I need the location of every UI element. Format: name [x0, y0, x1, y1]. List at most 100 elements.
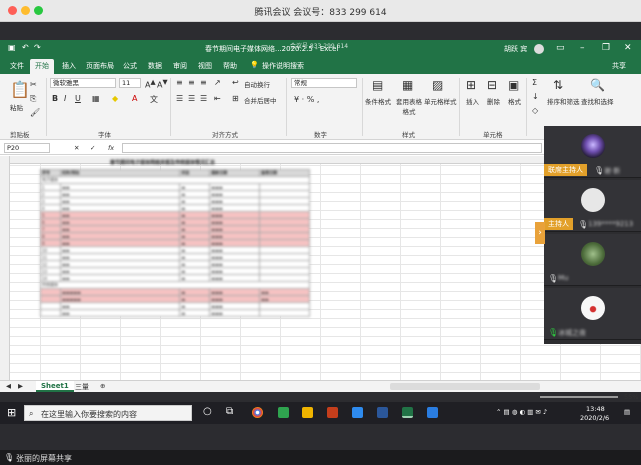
align-bottom-icon[interactable]: ≡ [200, 78, 207, 87]
paste-icon[interactable]: 📋 [10, 80, 30, 99]
find-select-icon[interactable]: 🔍 [590, 78, 605, 92]
font-size-select[interactable]: 11 [119, 78, 141, 88]
tencent-meeting-icon[interactable] [427, 407, 438, 418]
sort-filter-button[interactable]: 排序和筛选 [547, 96, 580, 106]
sort-filter-icon[interactable]: ⇅ [553, 78, 563, 92]
tab-file[interactable]: 文件 [10, 61, 24, 71]
zoom-level[interactable]: 55% [624, 393, 638, 401]
insert-cells-button[interactable]: 插入 [466, 96, 479, 106]
currency-icon[interactable]: ¥ · % , [294, 95, 319, 104]
delete-cells-icon[interactable]: ⊟ [487, 78, 497, 92]
tray-icons[interactable]: ⌃ ▤ ◍ ◐ ▥ ✉ ♪ [496, 408, 547, 416]
fill-color-icon[interactable]: ◆ [112, 94, 118, 103]
task-view-icon[interactable]: ⧉ [226, 406, 233, 417]
edge-icon[interactable] [352, 407, 363, 418]
wrap-text-icon[interactable]: ↩ [232, 78, 239, 87]
chrome-icon[interactable] [252, 407, 263, 418]
number-format-select[interactable]: 常规 [291, 78, 357, 88]
insert-cells-icon[interactable]: ⊞ [466, 78, 476, 92]
cortana-icon[interactable]: ○ [203, 406, 212, 417]
tab-sheet2[interactable]: 三量 [70, 381, 94, 392]
taskbar-search[interactable]: ⌕ 在这里输入你要搜索的内容 [24, 405, 192, 421]
tab-data[interactable]: 数据 [148, 61, 162, 71]
tab-insert[interactable]: 插入 [62, 61, 76, 71]
formula-input[interactable] [122, 143, 542, 153]
tab-home[interactable]: 开始 [30, 59, 54, 74]
minimize-icon[interactable]: – [580, 43, 585, 53]
word-icon[interactable] [377, 407, 388, 418]
horizontal-scrollbar[interactable] [390, 383, 540, 390]
font-color-icon[interactable]: A [132, 94, 137, 103]
format-cells-button[interactable]: 格式 [508, 96, 521, 106]
underline-button[interactable]: U [75, 94, 81, 103]
prev-sheet-icon[interactable]: ◀ [6, 382, 11, 390]
add-sheet-icon[interactable]: ⊕ [100, 382, 105, 390]
align-top-icon[interactable]: ≡ [176, 78, 183, 87]
participant-card[interactable]: 主持人 🎙 139****9213 [544, 180, 641, 232]
tab-review[interactable]: 审阅 [173, 61, 187, 71]
search-input[interactable]: 在这里输入你要搜索的内容 [41, 409, 137, 420]
notification-icon[interactable]: ▤ [624, 408, 630, 416]
share-button[interactable]: 共享 [612, 61, 626, 71]
participant-card[interactable]: 联席主持人 🎙 谢·新 [544, 126, 641, 178]
fill-icon[interactable]: ↓ [532, 92, 539, 101]
merge-icon[interactable]: ⊞ [232, 94, 239, 103]
wrap-text-button[interactable]: 自动换行 [244, 79, 270, 89]
collapse-panel-button[interactable]: › [535, 222, 545, 244]
align-right-icon[interactable]: ☰ [200, 94, 207, 103]
autosave-icon[interactable]: ▣ [8, 43, 16, 52]
indent-icon[interactable]: ⇤ [214, 94, 221, 103]
windows-start-icon[interactable]: ⊞ [7, 406, 16, 419]
powerpoint-icon[interactable] [327, 407, 338, 418]
tab-formulas[interactable]: 公式 [123, 61, 137, 71]
conditional-format-icon[interactable]: ▤ [372, 78, 383, 92]
file-explorer-icon[interactable] [302, 407, 313, 418]
decrease-font-icon[interactable]: A▼ [157, 78, 168, 90]
italic-button[interactable]: I [64, 94, 66, 103]
cut-icon[interactable]: ✂ [30, 80, 37, 89]
user-name[interactable]: 胡跃 宾 [504, 44, 527, 54]
participant-card[interactable]: 🎙 冰城之夜 [544, 288, 641, 340]
find-select-button[interactable]: 查找和选择 [581, 96, 614, 106]
bold-button[interactable]: B [52, 94, 58, 103]
format-painter-icon[interactable]: 🖌 [30, 108, 40, 117]
border-icon[interactable]: ▦ [92, 94, 100, 103]
participant-card[interactable]: 🎙 Mu [544, 234, 641, 286]
avatar[interactable] [534, 44, 544, 54]
zoom-slider[interactable] [540, 396, 618, 398]
undo-icon[interactable]: ↶ [22, 43, 29, 52]
tab-page-layout[interactable]: 页面布局 [86, 61, 114, 71]
align-middle-icon[interactable]: ≡ [188, 78, 195, 87]
paste-button[interactable]: 粘贴 [10, 102, 23, 112]
cell-style-button[interactable]: 单元格样式 [424, 96, 457, 106]
ribbon-display-icon[interactable]: ▭ [556, 43, 565, 53]
align-center-icon[interactable]: ☰ [188, 94, 195, 103]
align-left-icon[interactable]: ☰ [176, 94, 183, 103]
tab-help[interactable]: 帮助 [223, 61, 237, 71]
tell-me-search[interactable]: 操作说明搜索 [262, 61, 304, 71]
orientation-icon[interactable]: ↗ [214, 78, 221, 87]
mic-icon[interactable]: 🎙 [4, 453, 14, 462]
name-box[interactable]: P20 [4, 143, 50, 153]
close-icon[interactable]: ✕ [624, 43, 632, 53]
redo-icon[interactable]: ↷ [34, 43, 41, 52]
table-format-button[interactable]: 套用表格格式 [396, 96, 422, 116]
clear-icon[interactable]: ◇ [532, 106, 538, 115]
increase-font-icon[interactable]: A▲ [145, 78, 156, 90]
format-cells-icon[interactable]: ▣ [508, 78, 519, 92]
pinyin-icon[interactable]: 文 [150, 94, 158, 105]
autosum-icon[interactable]: Σ [532, 78, 537, 87]
cancel-formula-icon[interactable]: ✕ [74, 144, 79, 152]
cell-style-icon[interactable]: ▨ [432, 78, 443, 92]
confirm-formula-icon[interactable]: ✓ [90, 144, 95, 152]
font-name-select[interactable]: 微软雅黑 [50, 78, 116, 88]
table-format-icon[interactable]: ▦ [402, 78, 413, 92]
conditional-format-button[interactable]: 条件格式 [365, 96, 391, 106]
tab-view[interactable]: 视图 [198, 61, 212, 71]
excel-icon[interactable] [402, 407, 413, 418]
delete-cells-button[interactable]: 删除 [487, 96, 500, 106]
fx-icon[interactable]: fx [108, 144, 114, 152]
restore-icon[interactable]: ❐ [602, 43, 610, 53]
next-sheet-icon[interactable]: ▶ [18, 382, 23, 390]
merge-center-button[interactable]: 合并后居中 [244, 95, 277, 105]
